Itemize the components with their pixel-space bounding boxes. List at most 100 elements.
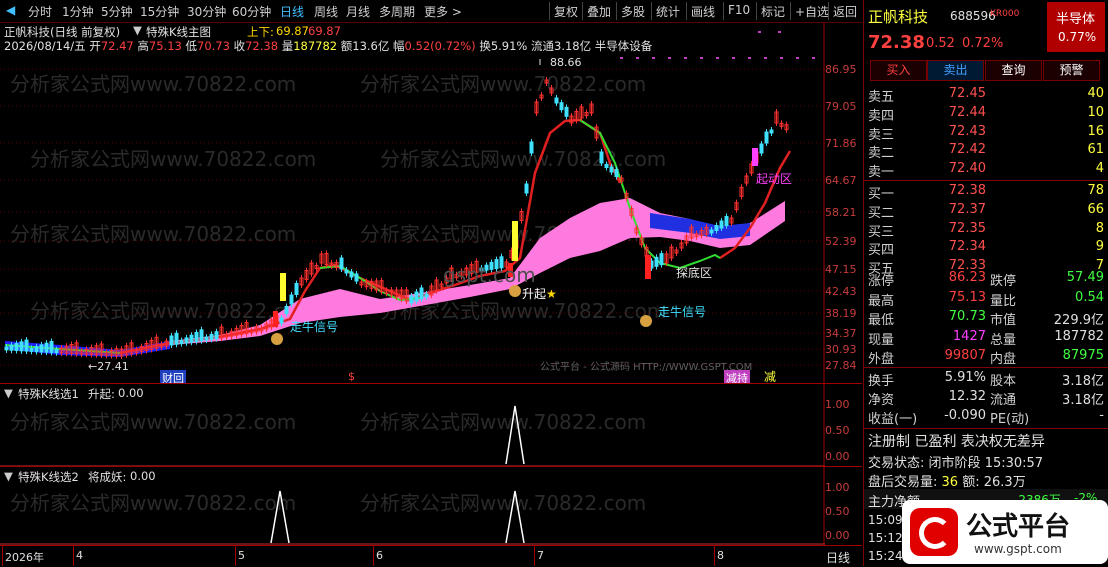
signal-dot bbox=[668, 57, 671, 59]
after-hours-amt: 26.3万 bbox=[983, 475, 1026, 490]
toolbar-right-item-4[interactable]: 画线 bbox=[691, 3, 715, 20]
toolbar-item-3[interactable]: 15分钟 bbox=[140, 3, 179, 20]
toolbar-item-8[interactable]: 月线 bbox=[346, 3, 370, 20]
candle-body bbox=[764, 131, 769, 144]
quote-panel: 正帆科技 688596 KR000 半导体 0.77% 72.38 0.52 0… bbox=[863, 0, 1108, 566]
toolbar-right-item-2[interactable]: 多股 bbox=[621, 3, 645, 20]
stat-label: 涨停 bbox=[868, 274, 895, 289]
back-arrow-icon[interactable]: ◀ bbox=[6, 3, 15, 17]
toolbar-right-item-8[interactable]: 返回 bbox=[833, 3, 857, 20]
candle-body bbox=[204, 336, 209, 341]
bid-price: 72.37 bbox=[948, 201, 986, 217]
candle-body bbox=[724, 216, 729, 226]
signal-dot bbox=[636, 57, 639, 59]
toolbar-right-item-7[interactable]: +自选 bbox=[795, 3, 829, 20]
toolbar-item-2[interactable]: 5分钟 bbox=[101, 3, 133, 20]
kline-chart[interactable] bbox=[0, 23, 825, 383]
toolbar-right-item-3[interactable]: 统计 bbox=[656, 3, 680, 20]
money-bag-icon bbox=[640, 315, 652, 327]
main-chart-pane[interactable]: 分析家公式网www.70822.com 分析家公式网www.70822.com … bbox=[0, 23, 862, 386]
candle-body bbox=[34, 346, 39, 353]
dollar-marker[interactable]: $ bbox=[348, 370, 355, 383]
stat-row: 换手 5.91% 股本 3.18亿 bbox=[868, 370, 1104, 389]
ask-row: 卖一 72.40 4 bbox=[868, 161, 1104, 180]
sub2-axis-bottom: 0.00 bbox=[825, 529, 850, 542]
candle-body bbox=[29, 347, 34, 352]
footer-watermark: 公式平台 - 公式源码 HTTP://WWW.GSPT.COM bbox=[540, 362, 753, 373]
stat-label: 换手 bbox=[868, 374, 895, 389]
ask-row: 卖五 72.45 40 bbox=[868, 86, 1104, 105]
sector-box[interactable]: 半导体 0.77% bbox=[1047, 2, 1105, 52]
stat-value: -0.090 bbox=[944, 408, 986, 423]
sector-change: 0.77% bbox=[1058, 30, 1097, 44]
toolbar-item-10[interactable]: 更多 > bbox=[424, 3, 462, 20]
period-label[interactable]: 日线 bbox=[826, 549, 850, 566]
candle-body bbox=[424, 293, 429, 298]
candle-body bbox=[659, 253, 664, 266]
stat-value: 57.49 bbox=[1066, 270, 1104, 285]
candle-body bbox=[19, 341, 24, 352]
toolbar-item-1[interactable]: 1分钟 bbox=[62, 3, 94, 20]
star-icon: ★ bbox=[546, 287, 557, 301]
signal-dot bbox=[716, 57, 719, 59]
candle-body bbox=[419, 287, 424, 300]
candle-body bbox=[54, 349, 59, 354]
logo-g-icon bbox=[910, 508, 958, 556]
sub2-chart[interactable] bbox=[0, 467, 825, 545]
stat-label: 现量 bbox=[868, 332, 895, 348]
toolbar-right-item-1[interactable]: 叠加 bbox=[587, 3, 611, 20]
time-axis-tick bbox=[714, 546, 715, 566]
sell-button[interactable]: 卖出 bbox=[927, 60, 984, 81]
stat-label: 外盘 bbox=[868, 352, 895, 367]
toolbar-right-item-6[interactable]: 标记 bbox=[761, 3, 785, 20]
ask-row: 卖二 72.42 61 bbox=[868, 142, 1104, 162]
stat-row: 收益(一) -0.090 PE(动) - bbox=[868, 408, 1104, 427]
time-axis-label: 8 bbox=[717, 549, 724, 562]
stock-name: 正帆科技 bbox=[868, 8, 929, 26]
stat-label: 量比 bbox=[990, 293, 1017, 309]
toolbar-item-6[interactable]: 日线 bbox=[280, 3, 304, 20]
candle-body bbox=[414, 291, 419, 302]
bid-label: 买三 bbox=[868, 224, 895, 240]
query-button[interactable]: 查询 bbox=[985, 60, 1042, 81]
ask-label: 卖二 bbox=[868, 146, 895, 162]
logo-text: 公式平台 bbox=[966, 512, 1071, 542]
toolbar-item-4[interactable]: 30分钟 bbox=[187, 3, 226, 20]
candle-body bbox=[174, 332, 179, 345]
toolbar-right-item-5[interactable]: F10 bbox=[728, 3, 750, 17]
stock-tag: KR000 bbox=[990, 9, 1020, 19]
time-axis-tick bbox=[534, 546, 535, 566]
stat-label: PE(动) bbox=[990, 412, 1030, 427]
ask-label: 卖四 bbox=[868, 108, 895, 124]
spike-line bbox=[505, 490, 525, 544]
time-axis-label: 5 bbox=[238, 549, 245, 562]
candle-body bbox=[654, 256, 659, 267]
bid-row: 买二 72.37 66 bbox=[868, 201, 1104, 221]
alert-button[interactable]: 预警 bbox=[1043, 60, 1100, 81]
stat-value: 3.18亿 bbox=[1062, 374, 1104, 389]
trade-state-value: 闭市阶段 bbox=[928, 456, 981, 471]
toolbar-item-9[interactable]: 多周期 bbox=[379, 3, 415, 20]
price-axis-label: 86.95 bbox=[825, 63, 857, 76]
signal-dot bbox=[778, 31, 781, 33]
candle-body bbox=[179, 340, 184, 345]
sub-pane-1[interactable]: 分析家公式网www.70822.com 分析家公式网www.70822.com … bbox=[0, 384, 862, 466]
toolbar-item-5[interactable]: 60分钟 bbox=[232, 3, 271, 20]
sub1-chart[interactable] bbox=[0, 384, 825, 466]
candle-body bbox=[39, 344, 44, 353]
price-axis-label: 79.05 bbox=[825, 100, 857, 113]
stat-value: 70.73 bbox=[948, 309, 986, 324]
bid-volume: 78 bbox=[1087, 183, 1104, 198]
sub-pane-2[interactable]: 分析家公式网www.70822.com 分析家公式网www.70822.com … bbox=[0, 467, 862, 545]
sub1-axis-bottom: 0.00 bbox=[825, 450, 850, 463]
period-toolbar: 分时 1分钟 5分钟 15分钟 30分钟 60分钟 日线 周线 月线 多周期 更多 > ◀ 复权 叠加 多股… bbox=[0, 0, 862, 23]
toolbar-item-7[interactable]: 周线 bbox=[314, 3, 338, 20]
trade-state-time: 15:30:57 bbox=[984, 456, 1044, 471]
toolbar-right-item-0[interactable]: 复权 bbox=[554, 3, 578, 20]
signal-dot bbox=[780, 57, 783, 59]
toolbar-item-0[interactable]: 分时 bbox=[28, 3, 52, 20]
ask-label: 卖五 bbox=[868, 90, 895, 105]
candle-body bbox=[554, 97, 559, 104]
tick-time-1: 15:09 bbox=[868, 513, 903, 527]
buy-button[interactable]: 买入 bbox=[870, 60, 927, 81]
